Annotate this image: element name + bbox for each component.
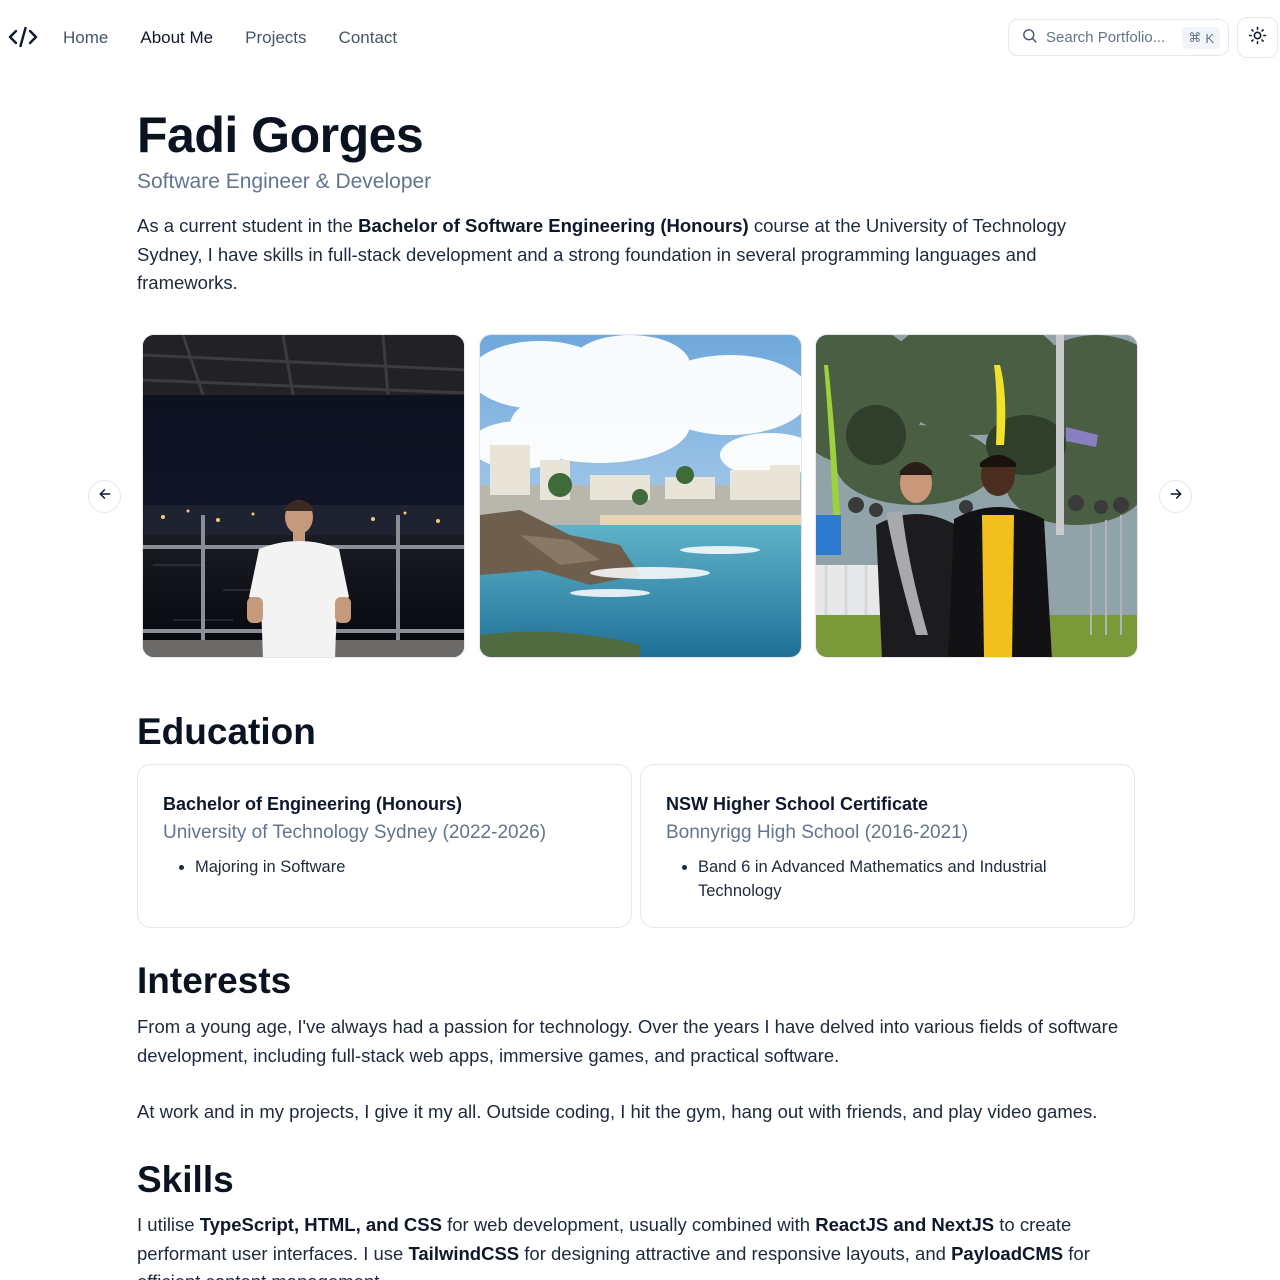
search-button[interactable]: Search Portfolio... ⌘ K [1008,19,1229,56]
education-point: Majoring in Software [195,855,607,879]
carousel-slide[interactable] [479,334,802,658]
intro-degree: Bachelor of Software Engineering (Honour… [358,215,749,236]
skills-highlight: ReactJS and NextJS [815,1214,995,1235]
interests-paragraph: From a young age, I've always had a pass… [137,1016,1119,1066]
skills-highlight: PayloadCMS [951,1242,1064,1264]
code-logo-icon[interactable] [8,24,38,50]
theme-toggle-button[interactable] [1237,17,1278,58]
education-institution: Bonnyrigg High School (2016-2021) [666,822,969,843]
interests-paragraph: At work and in my projects, I give it my… [137,1101,1098,1122]
carousel-next-button[interactable] [1159,480,1192,513]
page-subtitle: Software Engineer & Developer [137,170,432,193]
education-heading: Education [137,711,316,752]
search-placeholder: Search Portfolio... [1046,29,1166,46]
education-points: Band 6 in Advanced Mathematics and Indus… [666,855,1110,903]
command-key-icon: ⌘ [1188,30,1202,45]
friends-photo [816,335,1137,657]
search-icon [1021,27,1038,49]
interests-heading: Interests [137,960,292,1001]
intro-paragraph: As a current student in the Bachelor of … [137,212,1127,298]
carousel-prev-button[interactable] [88,480,121,513]
education-card: NSW Higher School Certificate Bonnyrigg … [640,764,1135,928]
skills-text: for web development, usually combined wi… [441,1214,816,1235]
page-title: Fadi Gorges [137,107,424,163]
beach-photo [480,335,801,657]
arrow-right-icon [1169,487,1183,506]
intro-text: As a current student in the [137,215,359,236]
nav-home-link[interactable]: Home [63,27,108,49]
skills-heading: Skills [137,1159,234,1200]
skills-text: for designing attractive and responsive … [519,1242,952,1264]
shortcut-key-label: K [1205,30,1214,46]
night-portrait-photo [143,335,464,657]
nav-projects-link[interactable]: Projects [245,27,306,49]
education-points: Majoring in Software [163,855,607,879]
main-nav: Home About Me Projects Contact [63,27,429,49]
search-shortcut-badge: ⌘ K [1182,27,1220,49]
skills-highlight: TailwindCSS [408,1242,520,1264]
education-card: Bachelor of Engineering (Honours) Univer… [137,764,632,928]
education-degree-title: Bachelor of Engineering (Honours) [163,794,463,814]
skills-text: I utilise [137,1214,200,1235]
nav-contact-link[interactable]: Contact [339,27,398,49]
arrow-left-icon [98,487,112,506]
carousel-slide[interactable] [142,334,465,658]
sun-icon [1248,26,1267,50]
site-header: Home About Me Projects Contact Search Po… [0,0,1280,76]
carousel-slide[interactable] [815,334,1138,658]
education-point: Band 6 in Advanced Mathematics and Indus… [698,855,1110,903]
skills-highlight: TypeScript, HTML, and CSS [199,1214,442,1235]
skills-paragraph: I utilise TypeScript, HTML, and CSS for … [137,1211,1137,1280]
education-institution: University of Technology Sydney (2022-20… [163,822,547,843]
education-degree-title: NSW Higher School Certificate [666,794,929,814]
nav-about-link[interactable]: About Me [140,27,213,49]
